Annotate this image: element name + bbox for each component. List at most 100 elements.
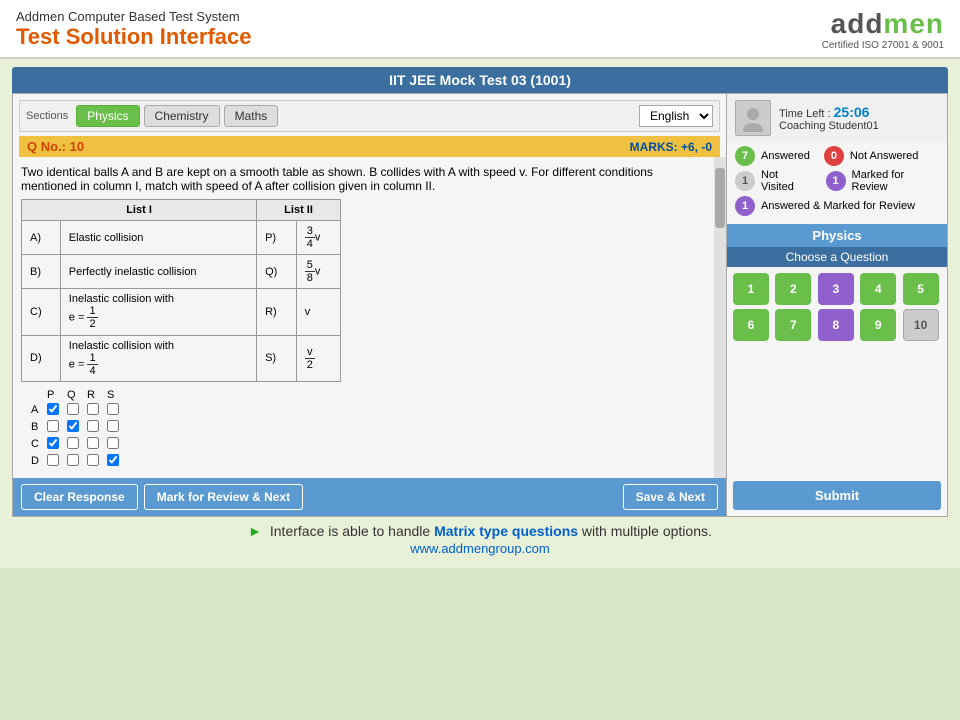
- row-b-col1: Perfectly inelastic collision: [60, 255, 256, 289]
- cb-row-b-label: B: [27, 419, 43, 436]
- cb-b-q[interactable]: [67, 420, 79, 432]
- legend-not-answered-label: Not Answered: [850, 150, 918, 162]
- cb-d-s[interactable]: [107, 454, 119, 466]
- legend-area: 7 Answered 0 Not Answered 1 Not Visited …: [727, 142, 947, 220]
- badge-not-answered: 0: [824, 146, 844, 166]
- bottom-buttons: Clear Response Mark for Review & Next Sa…: [13, 478, 726, 516]
- cb-row-d-label: D: [27, 453, 43, 470]
- row-c-col2: v: [296, 289, 340, 335]
- cb-b-p[interactable]: [47, 420, 59, 432]
- footer-part1: Interface is able to handle: [270, 523, 434, 539]
- arrow-icon: ►: [248, 523, 262, 539]
- checkbox-table: P Q R S A: [27, 388, 123, 470]
- tab-physics[interactable]: Physics: [76, 105, 139, 127]
- row-d-col2: v2: [296, 335, 340, 381]
- legend-not-visited-label: Not Visited: [761, 169, 812, 193]
- cb-a-p[interactable]: [47, 403, 59, 415]
- tab-chemistry[interactable]: Chemistry: [144, 105, 220, 127]
- row-d-id2: S): [257, 335, 297, 381]
- app-title-small: Addmen Computer Based Test System: [16, 9, 252, 24]
- tab-maths[interactable]: Maths: [224, 105, 279, 127]
- row-a-col1: Elastic collision: [60, 221, 256, 255]
- q-btn-2[interactable]: 2: [775, 273, 811, 305]
- scroll-thumb: [715, 168, 725, 228]
- row-c-col1: Inelastic collision with e = 12: [60, 289, 256, 335]
- q-btn-6[interactable]: 6: [733, 309, 769, 341]
- cb-c-p[interactable]: [47, 437, 59, 449]
- cb-d-q[interactable]: [67, 454, 79, 466]
- cb-a-s[interactable]: [107, 403, 119, 415]
- row-b-col2: 58v: [296, 255, 340, 289]
- app-title-big: Test Solution Interface: [16, 24, 252, 50]
- legend-not-visited: 1 Not Visited 1 Marked for Review: [735, 169, 939, 193]
- q-btn-3[interactable]: 3: [818, 273, 854, 305]
- user-time-info: Time Left : 25:06 Coaching Student01: [779, 104, 939, 132]
- badge-marked: 1: [826, 171, 846, 191]
- cb-header-empty: [27, 388, 43, 402]
- mark-review-button[interactable]: Mark for Review & Next: [144, 484, 303, 510]
- badge-not-visited: 1: [735, 171, 755, 191]
- cb-b-r[interactable]: [87, 420, 99, 432]
- cb-b-s[interactable]: [107, 420, 119, 432]
- top-header: Addmen Computer Based Test System Test S…: [0, 0, 960, 59]
- time-left-value: 25:06: [834, 104, 870, 120]
- avatar: [735, 100, 771, 136]
- submit-area: Submit: [727, 475, 947, 516]
- badge-answered: 7: [735, 146, 755, 166]
- left-panel: Sections Physics Chemistry Maths English…: [13, 94, 727, 516]
- logo-men: men: [883, 8, 944, 40]
- sections-bar: Sections Physics Chemistry Maths English…: [19, 100, 720, 132]
- scroll-bar[interactable]: [714, 157, 726, 478]
- footer-url: www.addmengroup.com: [12, 541, 948, 560]
- col2-header: List II: [257, 200, 341, 221]
- cb-row-a-label: A: [27, 402, 43, 419]
- clear-response-button[interactable]: Clear Response: [21, 484, 138, 510]
- legend-answered: 7 Answered 0 Not Answered: [735, 146, 939, 166]
- q-btn-9[interactable]: 9: [860, 309, 896, 341]
- submit-button[interactable]: Submit: [733, 481, 941, 510]
- save-next-button[interactable]: Save & Next: [623, 484, 718, 510]
- question-bar: Q No.: 10 MARKS: +6, -0: [19, 136, 720, 157]
- section-heading: Physics: [727, 224, 947, 247]
- checkbox-grid: P Q R S A: [27, 388, 700, 470]
- row-c-id: C): [22, 289, 61, 335]
- badge-answered-marked: 1: [735, 196, 755, 216]
- matrix-table: List I List II A) Elastic collision P) 3…: [21, 199, 341, 382]
- question-scroll-wrapper: Two identical balls A and B are kept on …: [13, 157, 726, 478]
- row-c-id2: R): [257, 289, 297, 335]
- right-panel: Time Left : 25:06 Coaching Student01 7 A…: [727, 94, 947, 516]
- cb-header-q: Q: [63, 388, 83, 402]
- user-info: Time Left : 25:06 Coaching Student01: [727, 94, 947, 142]
- q-btn-10[interactable]: 10: [903, 309, 939, 341]
- footer-highlight: Matrix type questions: [434, 523, 578, 539]
- cb-d-r[interactable]: [87, 454, 99, 466]
- marks-info: MARKS: +6, -0: [630, 140, 712, 154]
- question-grid: 1 2 3 4 5 6 7 8 9 10: [727, 267, 947, 347]
- legend-marked-label: Marked for Review: [852, 169, 939, 193]
- row-a-col2: 34v: [296, 221, 340, 255]
- q-btn-1[interactable]: 1: [733, 273, 769, 305]
- row-a-id: A): [22, 221, 61, 255]
- main-container: IIT JEE Mock Test 03 (1001) Sections Phy…: [0, 59, 960, 568]
- test-title-bar: IIT JEE Mock Test 03 (1001): [12, 67, 948, 93]
- cb-c-r[interactable]: [87, 437, 99, 449]
- cb-d-p[interactable]: [47, 454, 59, 466]
- legend-answered-label: Answered: [761, 150, 810, 162]
- q-btn-4[interactable]: 4: [860, 273, 896, 305]
- time-left-label: Time Left : 25:06: [779, 104, 939, 120]
- legend-answered-marked: 1 Answered & Marked for Review: [735, 196, 939, 216]
- cb-a-q[interactable]: [67, 403, 79, 415]
- cb-a-r[interactable]: [87, 403, 99, 415]
- col1-header: List I: [22, 200, 257, 221]
- legend-answered-marked-label: Answered & Marked for Review: [761, 200, 915, 212]
- q-btn-7[interactable]: 7: [775, 309, 811, 341]
- cb-c-q[interactable]: [67, 437, 79, 449]
- row-d-id: D): [22, 335, 61, 381]
- q-btn-8[interactable]: 8: [818, 309, 854, 341]
- q-btn-5[interactable]: 5: [903, 273, 939, 305]
- language-select[interactable]: English Hindi: [639, 105, 713, 127]
- question-text: Two identical balls A and B are kept on …: [21, 161, 706, 199]
- choose-q-label: Choose a Question: [727, 247, 947, 267]
- cb-c-s[interactable]: [107, 437, 119, 449]
- student-name: Coaching Student01: [779, 120, 939, 132]
